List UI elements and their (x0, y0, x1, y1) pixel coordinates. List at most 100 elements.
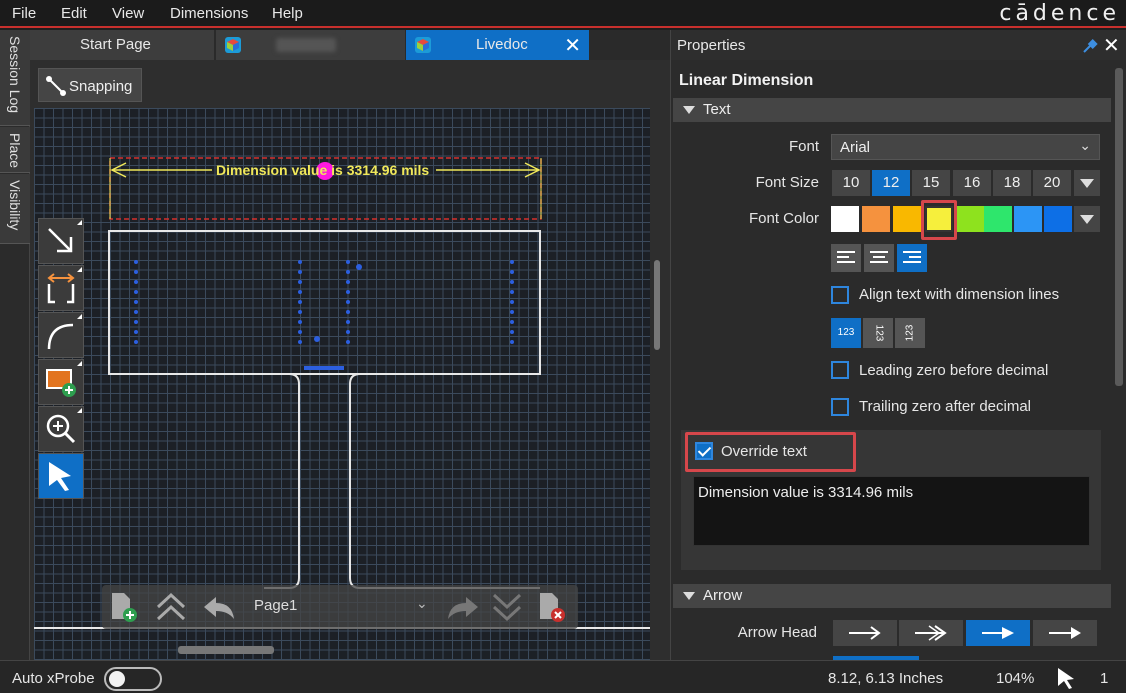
livedoc-cube-icon (415, 37, 431, 53)
font-size-option[interactable]: 20 (1033, 170, 1071, 196)
tab-place-label: Place (7, 133, 23, 169)
first-page-icon[interactable] (154, 591, 188, 623)
leading-zero-checkbox[interactable] (831, 361, 849, 379)
last-page-icon[interactable] (490, 591, 524, 623)
pcb-drawing (34, 157, 650, 629)
toggle-knob (109, 671, 125, 687)
arrow-head-option-4[interactable] (1033, 620, 1097, 646)
align-right-button[interactable] (897, 244, 927, 272)
previous-page-icon[interactable] (202, 593, 236, 621)
tab-visibility[interactable]: Visibility (0, 174, 30, 244)
font-size-option-selected[interactable]: 12 (872, 170, 910, 196)
number-mode-horizontal[interactable]: 123 (831, 318, 861, 348)
tool-place-image[interactable] (38, 359, 84, 405)
number-mode-rotated-ccw[interactable]: 123 (895, 318, 925, 348)
font-value: Arial (840, 139, 871, 156)
align-text-label: Align text with dimension lines (859, 286, 1060, 303)
arrow-head-open-icon (849, 626, 881, 640)
font-color-swatch[interactable] (956, 206, 984, 232)
tab-start-page-label: Start Page (80, 36, 151, 53)
section-text[interactable]: Text (673, 98, 1111, 122)
add-page-icon[interactable] (108, 591, 138, 623)
document-tabs: Start Page Livedoc ✕ (30, 30, 670, 60)
font-size-label: Font Size (755, 174, 819, 191)
page-dropdown-chevron-icon[interactable]: ⌄ (416, 595, 428, 612)
canvas-vertical-scrollbar[interactable] (654, 260, 660, 350)
section-arrow-label: Arrow (703, 587, 743, 604)
menu-dimensions[interactable]: Dimensions (170, 5, 248, 22)
menu-view[interactable]: View (112, 5, 144, 22)
canvas-horizontal-scrollbar[interactable] (178, 646, 274, 654)
leading-zero-label: Leading zero before decimal (859, 362, 1049, 379)
number-mode-rotated-cw[interactable]: 123 (863, 318, 893, 348)
collapse-caret-icon (683, 592, 695, 600)
tab-livedoc-label: Livedoc (476, 36, 528, 53)
menu-help[interactable]: Help (272, 5, 303, 22)
section-arrow[interactable]: Arrow (673, 584, 1111, 608)
tool-select[interactable] (38, 453, 84, 499)
align-left-button[interactable] (831, 244, 861, 272)
design-cube-icon (225, 37, 241, 53)
arrow-head-solid-icon (1049, 627, 1081, 639)
tool-zoom[interactable] (38, 406, 84, 452)
override-text-value: Dimension value is 3314.96 mils (698, 484, 914, 501)
cursor-coordinates: 8.12, 6.13 Inches (828, 670, 944, 687)
arc-icon (47, 323, 74, 350)
font-select[interactable]: Arial ⌄ (831, 134, 1100, 160)
override-text-field[interactable]: Dimension value is 3314.96 mils (693, 476, 1090, 546)
tab-session-log[interactable]: Session Log (0, 30, 30, 126)
schematic-canvas[interactable]: Dimension value is 3314.96 mils (34, 108, 650, 660)
font-size-dropdown[interactable] (1074, 170, 1100, 196)
font-size-option[interactable]: 10 (832, 170, 870, 196)
tool-dimension[interactable] (38, 265, 84, 311)
menu-edit[interactable]: Edit (61, 5, 87, 22)
tab-start-page[interactable]: Start Page (30, 30, 215, 60)
font-color-swatch[interactable] (893, 206, 921, 232)
dimension-text[interactable]: Dimension value is 3314.96 mils (216, 162, 429, 178)
font-color-label: Font Color (748, 210, 819, 227)
tab-livedoc[interactable]: Livedoc ✕ (406, 30, 590, 60)
side-tabs: Session Log Place Visibility (0, 30, 30, 660)
cadence-logo: cādence (999, 1, 1120, 26)
tab-place[interactable]: Place (0, 127, 30, 173)
pin-icon[interactable] (1081, 37, 1099, 55)
tab-design[interactable] (216, 30, 406, 60)
menu-bar: File Edit View Dimensions Help cādence (0, 0, 1126, 28)
status-bar: Auto xProbe 8.12, 6.13 Inches 104% 1 (0, 660, 1126, 693)
font-color-swatch[interactable] (1044, 206, 1072, 232)
number-mode-rotated-cw-label: 123 (873, 324, 884, 342)
snapping-icon (46, 76, 66, 96)
font-color-swatch[interactable] (831, 206, 859, 232)
properties-header: Properties ✕ (671, 30, 1126, 60)
trailing-zero-checkbox[interactable] (831, 398, 849, 416)
trailing-zero-label: Trailing zero after decimal (859, 398, 1032, 415)
snapping-button[interactable]: Snapping (38, 68, 142, 102)
properties-scrollbar[interactable] (1115, 68, 1123, 386)
font-size-option[interactable]: 16 (953, 170, 991, 196)
tool-route[interactable] (38, 218, 84, 264)
page-navigation-bar: Page1 ⌄ (102, 585, 578, 629)
arrow-head-option-2[interactable] (899, 620, 963, 646)
override-highlight (685, 432, 856, 472)
font-color-swatch[interactable] (1014, 206, 1042, 232)
font-color-swatch[interactable] (984, 206, 1012, 232)
next-page-icon[interactable] (446, 593, 480, 621)
arrow-head-option-1[interactable] (833, 620, 897, 646)
tab-visibility-label: Visibility (7, 180, 23, 231)
font-color-swatch[interactable] (862, 206, 890, 232)
tool-arc[interactable] (38, 312, 84, 358)
font-size-option[interactable]: 18 (993, 170, 1031, 196)
auto-xprobe-toggle[interactable] (104, 667, 162, 691)
selection-cursor-icon (1058, 668, 1074, 689)
font-size-option[interactable]: 15 (912, 170, 950, 196)
close-panel-icon[interactable]: ✕ (1103, 33, 1120, 58)
align-text-checkbox[interactable] (831, 286, 849, 304)
font-color-dropdown[interactable] (1074, 206, 1100, 232)
menu-file[interactable]: File (12, 5, 36, 22)
section-text-label: Text (703, 101, 731, 118)
close-tab-icon[interactable]: ✕ (564, 33, 581, 58)
snapping-label: Snapping (69, 78, 133, 95)
arrow-head-option-3[interactable] (966, 620, 1030, 646)
delete-page-icon[interactable] (536, 591, 570, 623)
align-center-button[interactable] (864, 244, 894, 272)
